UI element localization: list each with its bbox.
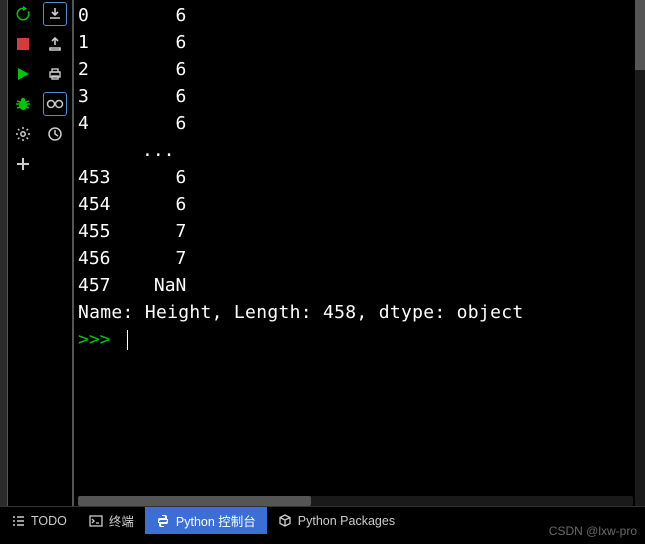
vertical-scrollbar[interactable]	[635, 0, 645, 506]
vertical-scroll-thumb[interactable]	[635, 0, 645, 70]
prompt-line[interactable]: >>>	[78, 326, 641, 353]
python-icon	[156, 514, 170, 528]
output-line: 453 6	[78, 164, 641, 191]
terminal-icon	[89, 514, 103, 528]
cursor-icon	[127, 330, 128, 350]
add-button[interactable]	[11, 152, 35, 176]
history-button[interactable]	[43, 122, 67, 146]
stop-button[interactable]	[11, 32, 35, 56]
packages-icon	[278, 514, 292, 528]
output-ellipsis: ...	[78, 137, 641, 164]
output-line: 1 6	[78, 29, 641, 56]
rerun-button[interactable]	[11, 2, 35, 26]
tab-label: 终端	[109, 511, 134, 530]
console-toolbar	[38, 0, 74, 506]
horizontal-scroll-thumb[interactable]	[78, 496, 311, 506]
settings-button[interactable]	[11, 122, 35, 146]
tab-todo[interactable]: TODO	[0, 507, 78, 534]
tab-label: Python Packages	[298, 514, 395, 528]
watermark: CSDN @lxw-pro	[549, 524, 637, 538]
output-line: 2 6	[78, 56, 641, 83]
output-line: 454 6	[78, 191, 641, 218]
debug-button[interactable]	[11, 92, 35, 116]
play-button[interactable]	[11, 62, 35, 86]
output-summary: Name: Height, Length: 458, dtype: object	[78, 299, 641, 326]
tab-python-packages[interactable]: Python Packages	[267, 507, 406, 534]
tab-terminal[interactable]: 终端	[78, 507, 145, 534]
side-handle[interactable]	[0, 360, 6, 460]
horizontal-scrollbar[interactable]	[78, 496, 633, 506]
run-toolbar	[8, 0, 38, 506]
tab-python-console[interactable]: Python 控制台	[145, 507, 267, 534]
tab-label: Python 控制台	[176, 511, 256, 530]
output-line: 455 7	[78, 218, 641, 245]
list-icon	[11, 514, 25, 528]
console-output[interactable]: 0 6 1 6 2 6 3 6 4 6 ... 453 6 454 6 455 …	[74, 0, 645, 506]
export-button[interactable]	[43, 32, 67, 56]
print-button[interactable]	[43, 62, 67, 86]
output-line: 4 6	[78, 110, 641, 137]
output-line: 457 NaN	[78, 272, 641, 299]
output-line: 0 6	[78, 2, 641, 29]
import-button[interactable]	[43, 2, 67, 26]
output-line: 3 6	[78, 83, 641, 110]
view-button[interactable]	[43, 92, 67, 116]
output-line: 456 7	[78, 245, 641, 272]
tab-label: TODO	[31, 514, 67, 528]
